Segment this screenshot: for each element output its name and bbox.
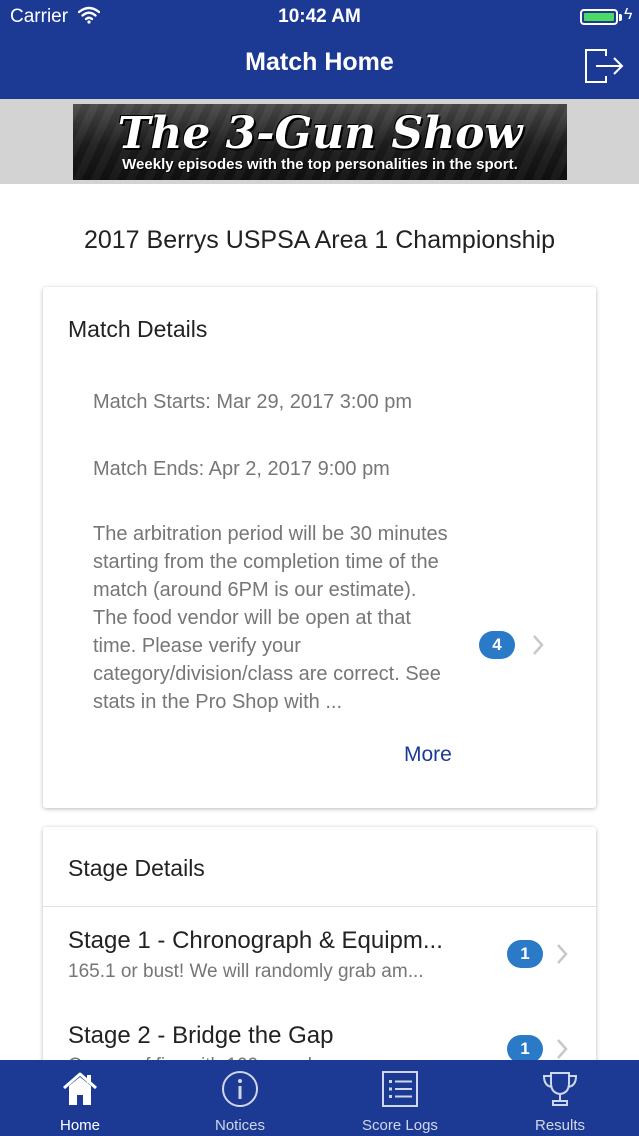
tab-bar: Home Notices Score Logs Results — [0, 1060, 639, 1136]
page-header-title: Match Home — [245, 48, 394, 76]
stage-details-title: Stage Details — [68, 855, 205, 881]
match-ends-text: Match Ends: Apr 2, 2017 9:00 pm — [93, 458, 390, 480]
chevron-right-icon — [557, 1039, 568, 1059]
charging-bolt-icon: ϟ — [624, 6, 633, 23]
match-starts-text: Match Starts: Mar 29, 2017 3:00 pm — [93, 391, 413, 413]
banner-ad[interactable]: The 3-Gun Show Weekly episodes with the … — [73, 104, 567, 180]
chevron-right-icon — [557, 944, 568, 964]
stage-count-badge: 1 — [507, 940, 543, 968]
battery-tip — [619, 14, 622, 21]
logout-icon — [585, 49, 624, 83]
status-time: 10:42 AM — [278, 6, 361, 27]
chevron-right-icon — [533, 635, 544, 655]
logout-button[interactable] — [582, 46, 626, 86]
battery-icon — [580, 9, 618, 25]
divider — [43, 906, 596, 907]
notice-count-badge: 4 — [479, 631, 515, 659]
match-details-card[interactable]: Match Details Match Starts: Mar 29, 2017… — [43, 287, 596, 808]
trophy-icon — [542, 1072, 578, 1106]
tab-label: Results — [534, 1117, 586, 1134]
match-notice-text: The arbitration period will be 30 minute… — [93, 523, 448, 713]
status-bar: Carrier 10:42 AM ϟ — [0, 0, 639, 34]
stage-name: Stage 2 - Bridge the Gap — [68, 1022, 334, 1049]
banner-headline: The 3-Gun Show — [117, 108, 523, 159]
stage-count-badge: 1 — [507, 1035, 543, 1063]
stage-description: 165.1 or bust! We will randomly grab am.… — [68, 961, 424, 982]
stage-name: Stage 1 - Chronograph & Equipm... — [68, 927, 443, 954]
info-icon — [222, 1071, 258, 1107]
tab-results[interactable]: Results — [480, 1060, 639, 1136]
tab-label: Home — [59, 1117, 100, 1134]
tab-label: Notices — [214, 1117, 266, 1134]
tab-label: Score Logs — [362, 1117, 438, 1134]
list-icon — [382, 1071, 418, 1107]
navigation-bar: Carrier 10:42 AM ϟ Match Home — [0, 0, 639, 99]
tab-score-logs[interactable]: Score Logs — [320, 1060, 480, 1136]
tab-notices[interactable]: Notices — [160, 1060, 320, 1136]
more-link[interactable]: More — [404, 743, 452, 767]
match-title: 2017 Berrys USPSA Area 1 Championship — [83, 226, 556, 254]
tab-home[interactable]: Home — [0, 1060, 160, 1136]
home-icon — [63, 1072, 97, 1105]
banner-tagline: Weekly episodes with the top personaliti… — [122, 156, 518, 173]
match-details-title: Match Details — [68, 316, 208, 342]
